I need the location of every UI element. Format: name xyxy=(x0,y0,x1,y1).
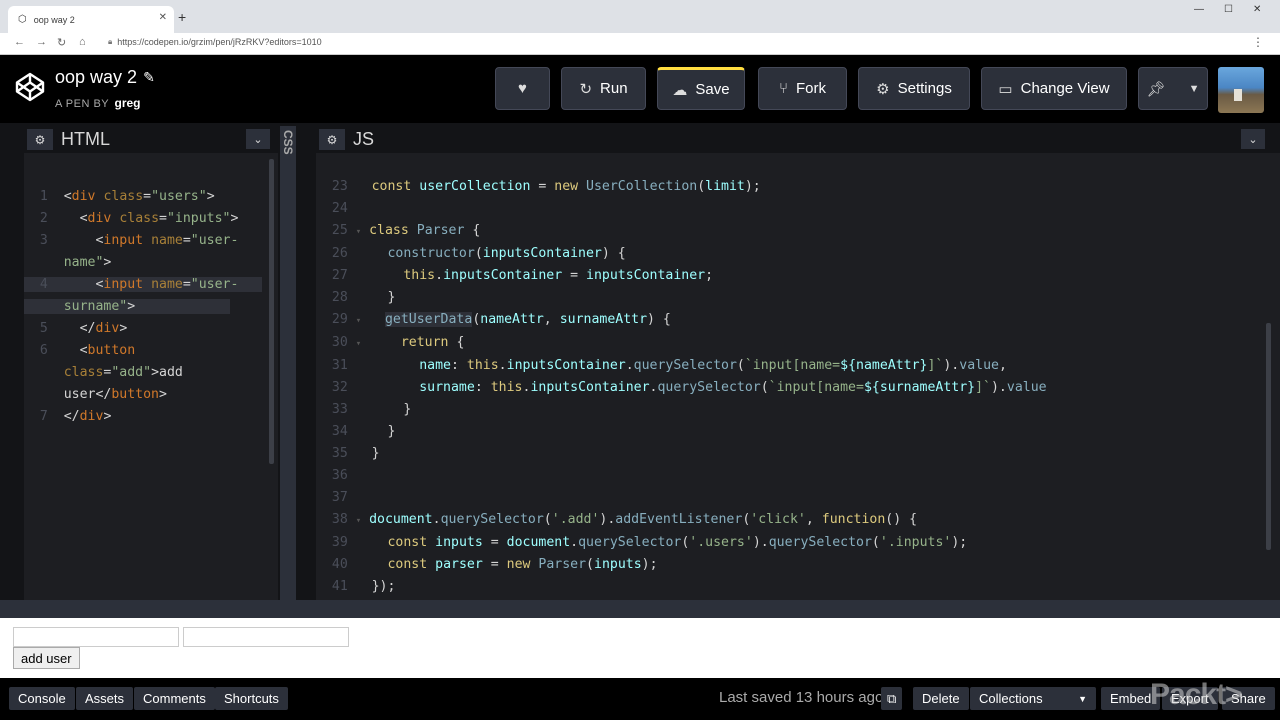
browser-tab[interactable]: ⬡ oop way 2 ✕ xyxy=(8,6,174,33)
settings-button[interactable]: ⚙ Settings xyxy=(858,67,970,110)
layout-icon: ▭ xyxy=(998,80,1013,98)
js-panel-header: ⚙ JS ⌄ xyxy=(316,126,1280,153)
codepen-header: oop way 2 ✎ A PEN BY greg ♥ ↻ Run ☁ Save… xyxy=(0,55,1280,123)
js-scrollbar[interactable] xyxy=(1266,323,1271,550)
pen-title[interactable]: oop way 2 ✎ xyxy=(55,67,155,88)
chevron-down-icon: ▼ xyxy=(1078,693,1087,704)
preview-add-user-button[interactable]: add user xyxy=(13,647,80,669)
gear-icon: ⚙ xyxy=(876,80,890,98)
html-editor-panel: ⚙ HTML ⌄ 1 <div class="users"> 2 <div cl… xyxy=(24,126,278,600)
home-icon[interactable]: ⌂ xyxy=(79,36,86,48)
last-saved-status: Last saved 13 hours ago xyxy=(719,689,884,706)
browser-tab-bar: ⬡ oop way 2 ✕ + — ☐ ✕ xyxy=(0,0,1280,33)
new-tab-icon[interactable]: + xyxy=(178,10,186,24)
run-button[interactable]: ↻ Run xyxy=(561,67,646,110)
js-editor-panel: ⚙ JS ⌄ 23 const userCollection = new Use… xyxy=(316,126,1280,600)
open-external-button[interactable]: ⧉ xyxy=(881,687,903,710)
css-panel-title: CSS xyxy=(281,130,295,155)
collections-dropdown[interactable]: Collections ▼ xyxy=(970,687,1096,710)
html-scrollbar[interactable] xyxy=(269,159,274,464)
codepen-logo-icon[interactable] xyxy=(14,71,46,103)
url-text: https://codepen.io/grzim/pen/jRzRKV?edit… xyxy=(117,37,322,47)
html-collapse-chevron-icon[interactable]: ⌄ xyxy=(246,129,270,149)
heart-icon: ♥ xyxy=(518,80,527,97)
edit-pencil-icon[interactable]: ✎ xyxy=(143,69,155,86)
lock-icon: 🔒︎ xyxy=(108,37,113,46)
run-label: Run xyxy=(600,80,628,97)
comments-button[interactable]: Comments xyxy=(134,687,215,710)
fork-label: Fork xyxy=(796,80,826,97)
browser-tab-title: oop way 2 xyxy=(33,14,75,25)
browser-menu-icon[interactable]: ⋮ xyxy=(1252,35,1264,49)
pin-icon: 📌︎ xyxy=(1146,80,1166,98)
html-panel-title: HTML xyxy=(61,129,110,149)
html-settings-gear-icon[interactable]: ⚙ xyxy=(27,129,53,150)
html-code-editor[interactable]: 1 <div class="users"> 2 <div class="inpu… xyxy=(24,164,263,450)
external-link-icon: ⧉ xyxy=(887,690,897,706)
save-label: Save xyxy=(695,81,730,98)
close-tab-icon[interactable]: ✕ xyxy=(159,12,167,23)
preview-surname-input[interactable] xyxy=(183,627,349,647)
fork-button[interactable]: ⑂ Fork xyxy=(758,67,847,110)
assets-button[interactable]: Assets xyxy=(76,687,134,710)
pen-by-label: A PEN BY xyxy=(55,98,109,110)
shortcuts-button[interactable]: Shortcuts xyxy=(215,687,288,710)
html-panel-header: ⚙ HTML ⌄ xyxy=(24,126,278,153)
js-panel-title: JS xyxy=(353,129,375,149)
codepen-favicon-icon: ⬡ xyxy=(18,14,27,25)
minimize-icon[interactable]: — xyxy=(1194,4,1204,15)
url-field[interactable]: 🔒︎ https://codepen.io/grzim/pen/jRzRKV?e… xyxy=(108,37,322,47)
pen-title-text: oop way 2 xyxy=(55,67,138,87)
pen-author: A PEN BY greg xyxy=(55,96,141,110)
packt-watermark: Packt> xyxy=(1150,678,1243,711)
editor-resize-handle[interactable] xyxy=(298,126,316,600)
preview-resize-handle[interactable] xyxy=(0,600,1280,618)
pin-dropdown-button[interactable]: 📌︎ ▼ xyxy=(1138,67,1208,110)
css-editor-collapsed[interactable]: CSS xyxy=(280,126,296,600)
user-avatar[interactable] xyxy=(1218,67,1264,113)
save-button[interactable]: ☁ Save xyxy=(657,67,745,110)
settings-label: Settings xyxy=(897,80,952,97)
result-preview: add user xyxy=(0,618,1280,678)
preview-name-input[interactable] xyxy=(13,627,179,647)
window-close-icon[interactable]: ✕ xyxy=(1253,4,1261,15)
js-settings-gear-icon[interactable]: ⚙ xyxy=(319,129,345,150)
reload-icon[interactable]: ↻ xyxy=(57,36,66,49)
fork-icon: ⑂ xyxy=(778,80,788,97)
js-collapse-chevron-icon[interactable]: ⌄ xyxy=(1241,129,1265,149)
back-icon[interactable]: ← xyxy=(14,36,25,48)
collections-label: Collections xyxy=(979,691,1043,706)
run-icon: ↻ xyxy=(579,80,593,98)
change-view-button[interactable]: ▭ Change View xyxy=(981,67,1127,110)
address-bar: ← → ↻ ⌂ 🔒︎ https://codepen.io/grzim/pen/… xyxy=(0,33,1280,55)
editors-area: ⚙ HTML ⌄ 1 <div class="users"> 2 <div cl… xyxy=(0,123,1280,600)
change-view-label: Change View xyxy=(1020,80,1110,97)
delete-button[interactable]: Delete xyxy=(913,687,969,710)
codepen-footer: Console Assets Comments Shortcuts Last s… xyxy=(0,678,1280,720)
cloud-icon: ☁ xyxy=(672,81,688,99)
maximize-icon[interactable]: ☐ xyxy=(1224,4,1233,15)
console-button[interactable]: Console xyxy=(9,687,75,710)
love-button[interactable]: ♥ xyxy=(495,67,550,110)
js-code-editor[interactable]: 23 const userCollection = new UserCollec… xyxy=(316,154,1047,620)
author-link[interactable]: greg xyxy=(115,96,141,110)
chevron-down-icon: ▼ xyxy=(1188,82,1200,95)
forward-icon[interactable]: → xyxy=(36,36,47,48)
